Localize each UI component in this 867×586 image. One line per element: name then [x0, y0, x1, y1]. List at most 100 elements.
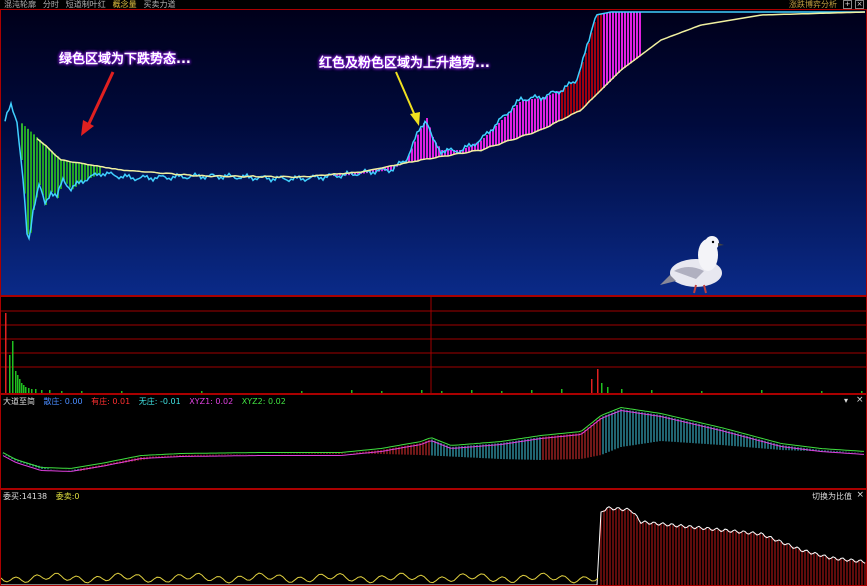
volume-bar [301, 391, 303, 393]
trend-bar [21, 123, 23, 160]
trend-bar [546, 96, 548, 128]
trend-bar [48, 148, 50, 199]
indicator-bars [2, 409, 865, 471]
trend-bar [621, 12, 623, 70]
volume-bar [9, 355, 11, 393]
trend-bar [528, 99, 530, 135]
annotation-up-trend: 红色及粉色区域为上升趋势... [319, 56, 490, 71]
price-line [4, 11, 865, 242]
trend-bar [597, 14, 599, 94]
trend-bar [531, 99, 533, 134]
trend-bar [483, 138, 485, 150]
trend-bar [447, 150, 449, 156]
trend-bar [537, 98, 539, 132]
indicator-pane: 大道至简 散庄: 0.00 有庄: 0.01 无庄: -0.01 XYZ1: 0… [0, 394, 867, 489]
volume-bar [21, 383, 23, 393]
buy-line [1, 506, 866, 585]
volume-bar [12, 341, 14, 393]
trend-bar [612, 12, 614, 79]
trend-bar [42, 142, 44, 195]
trend-bar [633, 12, 635, 61]
trend-bar [588, 43, 590, 103]
add-icon[interactable]: + [843, 0, 852, 9]
trend-bar [486, 135, 488, 149]
trend-bar [84, 163, 86, 181]
trend-bar [99, 166, 101, 174]
trend-bar [501, 120, 503, 144]
volume-bar [28, 388, 30, 393]
pigeon-icon [660, 236, 724, 294]
trend-bar [510, 111, 512, 141]
volume-bar [121, 391, 123, 393]
volume-bar [531, 390, 533, 393]
trend-bar [540, 98, 542, 131]
volume-bar [701, 391, 703, 393]
trend-bar [495, 126, 497, 146]
trend-bar [51, 150, 53, 192]
tab-chaos[interactable]: 混沌轮廓 [4, 0, 36, 9]
trend-bar [81, 163, 83, 182]
order-bars [600, 508, 866, 585]
trend-bar [573, 82, 575, 114]
volume-bar [19, 379, 21, 393]
volume-bar [25, 387, 27, 393]
main-chart-pane: 绿色区域为下跌势态... 红色及粉色区域为上升趋势... [0, 9, 867, 296]
volume-bar [597, 369, 599, 393]
trend-bar [507, 114, 509, 142]
close-icon[interactable]: × [855, 0, 864, 9]
volume-bar [61, 391, 63, 393]
trend-bar [24, 126, 26, 194]
volume-bar [607, 387, 609, 393]
trend-bar [504, 117, 506, 143]
trend-bar [555, 92, 557, 123]
trend-bar [492, 129, 494, 147]
volume-bar [15, 371, 17, 393]
trend-bar [570, 84, 572, 116]
volume-bar [421, 390, 423, 393]
trend-bar [69, 161, 71, 188]
trend-bar [564, 88, 566, 119]
trend-bar [585, 53, 587, 106]
trend-bar [552, 93, 554, 125]
trend-bar [603, 13, 605, 89]
indicator-svg [2, 406, 865, 472]
trend-bar [519, 102, 521, 138]
tab-buysell-force[interactable]: 买卖力道 [144, 0, 176, 9]
trend-bar [513, 108, 515, 140]
trend-bars [21, 12, 641, 235]
trend-bar [567, 86, 569, 117]
volume-bar [471, 390, 473, 393]
tab-shortline[interactable]: 短道制叶红 [66, 0, 106, 9]
trend-bar [576, 80, 578, 113]
volume-svg [1, 297, 866, 393]
sell-line [1, 572, 599, 584]
volume-bar [35, 389, 37, 393]
trend-bar [600, 14, 602, 92]
trend-bar [543, 97, 545, 129]
trend-bar [591, 32, 593, 100]
volume-bar [41, 390, 43, 393]
trend-bar [414, 141, 416, 162]
order-pane: 委买:14138 委卖:0 切换为比值 × [0, 489, 867, 586]
volume-bar [81, 391, 83, 393]
volume-bar [49, 390, 51, 393]
volume-gridlines [1, 297, 866, 393]
trend-bar [606, 13, 608, 85]
trend-bar [27, 128, 29, 235]
volume-bar [5, 313, 7, 393]
trend-bar [525, 99, 527, 136]
trend-bar [522, 99, 524, 137]
tab-timeshare[interactable]: 分时 [43, 0, 59, 9]
tab-concept[interactable]: 概念量 [113, 0, 137, 9]
trend-bar [618, 12, 620, 73]
volume-bar [351, 390, 353, 393]
trend-bar [423, 123, 425, 160]
volume-bar [23, 385, 25, 393]
volume-bar [651, 390, 653, 393]
trend-bar [615, 12, 617, 76]
top-toolbar: 混沌轮廓 分时 短道制叶红 概念量 买卖力道 涨跌博弈分析 + × [0, 0, 867, 9]
trend-bar [45, 145, 47, 205]
volume-bar [441, 391, 443, 393]
volume-bar [861, 391, 863, 393]
volume-bar [381, 391, 383, 393]
